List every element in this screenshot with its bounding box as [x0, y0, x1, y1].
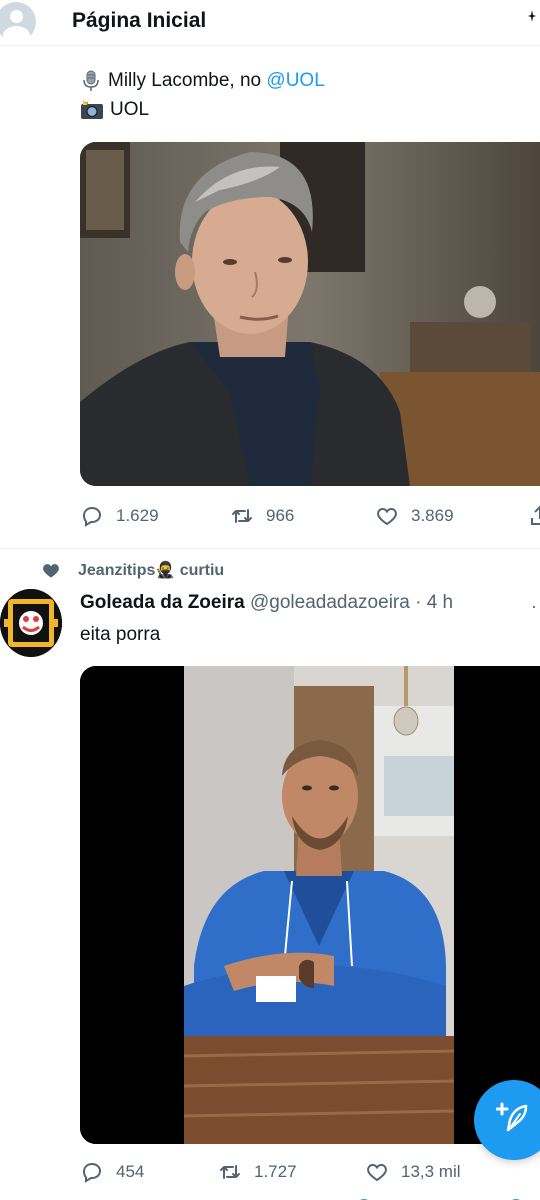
- retweet-icon: [232, 509, 252, 523]
- retweet-button[interactable]: 1.727: [218, 1160, 297, 1184]
- reply-button[interactable]: 454: [80, 1160, 144, 1184]
- mention-link[interactable]: @UOL: [266, 70, 324, 91]
- heart-icon: [367, 1163, 387, 1182]
- reply-icon: [82, 506, 102, 527]
- share-button[interactable]: [528, 504, 540, 528]
- camera-flash-icon: [81, 99, 103, 119]
- author-avatar[interactable]: [0, 589, 62, 657]
- retweet-count: 1.727: [254, 1162, 297, 1181]
- reply-icon: [82, 1162, 102, 1183]
- tweet1-photo-credit: UOL: [110, 99, 150, 120]
- tweet1-credit-text: Milly Lacombe, no: [108, 70, 267, 91]
- tweet-divider: [0, 548, 540, 549]
- tweet1-photo-credit-line: UOL: [80, 99, 149, 121]
- like-count: 3.869: [411, 506, 454, 525]
- separator-dot: ·: [415, 592, 422, 613]
- more-options-icon[interactable]: ·: [531, 596, 538, 617]
- compose-tweet-button[interactable]: [474, 1080, 540, 1160]
- tweet1-actions: 1.629 966 3.869: [80, 504, 540, 534]
- social-context-text[interactable]: Jeanzitips🥷 curtiu: [78, 560, 224, 580]
- author-name[interactable]: Goleada da Zoeira: [80, 592, 245, 613]
- retweet-count: 966: [266, 506, 295, 525]
- feather-plus-icon: [496, 1102, 528, 1132]
- tweet2-text: eita porra: [80, 624, 161, 645]
- like-button[interactable]: 3.869: [375, 504, 454, 528]
- tweet-time[interactable]: 4 h: [427, 592, 453, 613]
- heart-filled-icon: [43, 564, 59, 578]
- social-context: Jeanzitips🥷 curtiu: [40, 560, 224, 580]
- like-button[interactable]: 13,3 mil: [365, 1160, 461, 1184]
- reply-count: 1.629: [116, 506, 159, 525]
- author-handle[interactable]: @goleadadazoeira: [250, 592, 410, 613]
- sparkle-icon[interactable]: [526, 8, 536, 28]
- retweet-icon: [220, 1165, 240, 1179]
- heart-icon: [377, 507, 397, 526]
- like-count: 13,3 mil: [401, 1162, 461, 1181]
- tweet2-actions: 454 1.727 13,3 mil: [80, 1160, 540, 1190]
- tweet1-photo[interactable]: [80, 142, 540, 486]
- top-header: Página Inicial: [0, 0, 540, 46]
- bottom-nav-peek: [0, 1192, 540, 1200]
- share-icon: [531, 505, 540, 525]
- microphone-icon: [83, 70, 99, 91]
- profile-avatar[interactable]: [0, 2, 36, 42]
- tweet1-credit-line: Milly Lacombe, no @UOL: [80, 69, 325, 93]
- tweet2-author-line: Goleada da Zoeira @goleadadazoeira · 4 h: [80, 592, 453, 614]
- tweet2-video[interactable]: [80, 666, 540, 1144]
- retweet-button[interactable]: 966: [230, 504, 294, 528]
- reply-count: 454: [116, 1162, 145, 1181]
- reply-button[interactable]: 1.629: [80, 504, 159, 528]
- page-title: Página Inicial: [72, 9, 207, 32]
